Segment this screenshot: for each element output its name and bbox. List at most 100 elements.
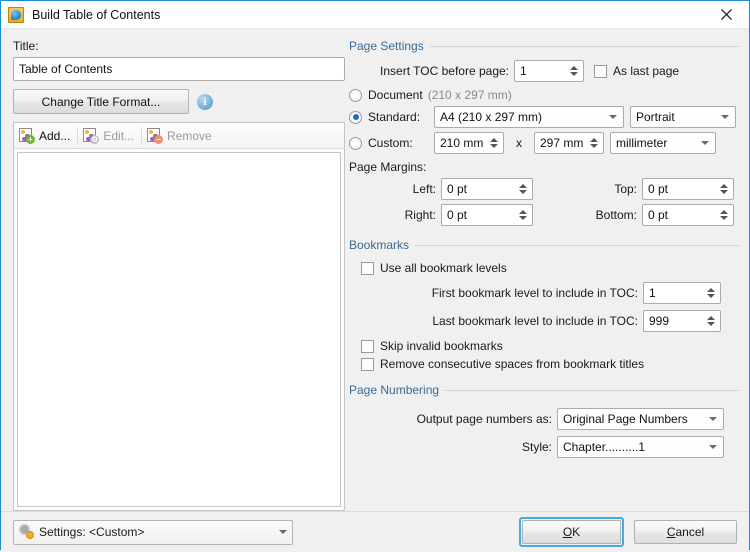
- remove-spaces-row: Remove consecutive spaces from bookmark …: [349, 357, 739, 371]
- chevron-down-icon: [718, 107, 731, 127]
- first-level-row: First bookmark level to include in TOC: …: [349, 282, 739, 304]
- bookmarks-group: Bookmarks Use all bookmark levels First …: [349, 238, 739, 371]
- style-label: Style:: [521, 440, 552, 454]
- document-size-row: Document (210 x 297 mm): [349, 88, 739, 102]
- margin-bottom-value: 0 pt: [648, 208, 669, 222]
- radio-custom[interactable]: [349, 136, 362, 150]
- radio-document[interactable]: [349, 88, 362, 102]
- last-bookmark-level-stepper[interactable]: 999: [643, 310, 721, 332]
- chevron-down-icon: [706, 437, 719, 457]
- ok-button-accel: O: [562, 525, 573, 539]
- toc-entries-frame: + Add... ⚙ Edit... − Remove: [13, 122, 345, 511]
- close-icon[interactable]: [704, 1, 749, 27]
- build-toc-dialog: Build Table of Contents Title: Table of …: [0, 0, 750, 552]
- style-select[interactable]: Chapter..........1: [557, 436, 724, 458]
- skip-invalid-bookmarks-label: Skip invalid bookmarks: [380, 339, 503, 353]
- page-numbering-header: Page Numbering: [349, 383, 739, 397]
- page-settings-group: Page Settings Insert TOC before page: 1 …: [349, 39, 739, 226]
- gear-icon: [19, 524, 35, 540]
- remove-consecutive-spaces-checkbox[interactable]: [361, 357, 374, 371]
- remove-button-label: Remove: [167, 128, 212, 143]
- stepper-arrows[interactable]: [517, 210, 529, 220]
- ok-button[interactable]: OK: [522, 520, 621, 544]
- margin-bottom-stepper[interactable]: 0 pt: [642, 204, 734, 226]
- skip-invalid-row: Skip invalid bookmarks: [349, 339, 739, 353]
- stepper-arrows[interactable]: [718, 210, 730, 220]
- custom-size-separator: x: [516, 136, 522, 150]
- chevron-down-icon: [706, 409, 719, 429]
- remove-button[interactable]: − Remove: [144, 126, 217, 145]
- insert-toc-page-stepper[interactable]: 1: [514, 60, 584, 82]
- output-numbers-row: Output page numbers as: Original Page Nu…: [349, 408, 739, 430]
- ok-focus-ring: OK: [519, 517, 624, 547]
- left-panel: Title: Table of Contents Change Title Fo…: [1, 29, 345, 511]
- radio-standard[interactable]: [349, 110, 362, 124]
- orientation-select[interactable]: Portrait: [630, 106, 736, 128]
- document-remove-icon: −: [146, 127, 164, 144]
- ok-button-label: K: [572, 525, 581, 539]
- standard-size-value: A4 (210 x 297 mm): [440, 110, 543, 124]
- stepper-arrows[interactable]: [705, 288, 717, 298]
- custom-unit-select[interactable]: millimeter: [610, 132, 716, 154]
- standard-radio-label: Standard:: [368, 110, 421, 124]
- custom-height-stepper[interactable]: 297 mm: [534, 132, 604, 154]
- skip-invalid-bookmarks-checkbox[interactable]: [361, 339, 374, 353]
- as-last-page-checkbox[interactable]: [594, 64, 607, 78]
- custom-height-value: 297 mm: [540, 136, 584, 150]
- toolbar-separator: [141, 126, 143, 145]
- margin-bottom-label: Bottom:: [595, 208, 637, 222]
- info-icon[interactable]: i: [197, 93, 213, 110]
- edit-button[interactable]: ⚙ Edit...: [80, 126, 139, 145]
- stepper-arrows[interactable]: [718, 184, 730, 194]
- add-button-label: Add...: [39, 128, 71, 143]
- style-value: Chapter..........1: [563, 440, 646, 454]
- toc-entries-list[interactable]: [17, 152, 341, 507]
- title-field-label: Title:: [13, 39, 39, 53]
- cancel-button-accel: C: [666, 525, 676, 539]
- margins-bottom-row: Right: 0 pt Bottom: 0 pt: [349, 204, 739, 226]
- standard-size-select[interactable]: A4 (210 x 297 mm): [434, 106, 624, 128]
- title-input[interactable]: Table of Contents: [13, 57, 345, 81]
- custom-unit-value: millimeter: [616, 136, 668, 150]
- title-input-value: Table of Contents: [19, 62, 113, 76]
- custom-width-stepper[interactable]: 210 mm: [434, 132, 504, 154]
- toc-document-icon: [8, 6, 24, 23]
- window-title: Build Table of Contents: [32, 7, 161, 22]
- use-all-bookmark-levels-checkbox[interactable]: [361, 261, 374, 275]
- chevron-down-icon: [276, 530, 290, 534]
- page-settings-header-label: Page Settings: [349, 39, 424, 53]
- divider: [415, 244, 739, 246]
- last-bookmark-level-label: Last bookmark level to include in TOC:: [432, 314, 638, 328]
- margin-left-stepper[interactable]: 0 pt: [441, 178, 533, 200]
- custom-size-row: Custom: 210 mm x 297 mm millimeter: [349, 132, 739, 154]
- margin-right-value: 0 pt: [447, 208, 468, 222]
- output-page-numbers-label: Output page numbers as:: [416, 412, 552, 426]
- right-panel: Page Settings Insert TOC before page: 1 …: [345, 29, 749, 511]
- margin-top-stepper[interactable]: 0 pt: [642, 178, 734, 200]
- settings-preset-select[interactable]: Settings: <Custom>: [13, 519, 293, 545]
- toolbar-separator: [77, 126, 79, 145]
- cancel-button-label: ancel: [675, 525, 705, 539]
- margin-right-label: Right:: [404, 208, 436, 222]
- use-all-bookmark-levels-label: Use all bookmark levels: [380, 261, 507, 275]
- output-page-numbers-select[interactable]: Original Page Numbers: [557, 408, 724, 430]
- dialog-footer: Settings: <Custom> OK Cancel: [1, 511, 749, 552]
- remove-consecutive-spaces-label: Remove consecutive spaces from bookmark …: [380, 357, 645, 371]
- style-row: Style: Chapter..........1: [349, 436, 739, 458]
- title-bar: Build Table of Contents: [1, 1, 749, 29]
- page-settings-header: Page Settings: [349, 39, 739, 53]
- stepper-arrows[interactable]: [568, 66, 580, 76]
- stepper-arrows[interactable]: [517, 184, 529, 194]
- cancel-button[interactable]: Cancel: [634, 520, 737, 544]
- dialog-body: Title: Table of Contents Change Title Fo…: [1, 29, 749, 511]
- margin-right-stepper[interactable]: 0 pt: [441, 204, 533, 226]
- first-bookmark-level-stepper[interactable]: 1: [643, 282, 721, 304]
- stepper-arrows[interactable]: [705, 316, 717, 326]
- divider: [429, 45, 739, 47]
- page-numbering-group: Page Numbering Output page numbers as: O…: [349, 383, 739, 458]
- add-button[interactable]: + Add...: [16, 126, 75, 145]
- change-title-format-button[interactable]: Change Title Format...: [13, 89, 189, 114]
- edit-button-label: Edit...: [103, 128, 135, 143]
- stepper-arrows[interactable]: [488, 138, 500, 148]
- stepper-arrows[interactable]: [588, 138, 600, 148]
